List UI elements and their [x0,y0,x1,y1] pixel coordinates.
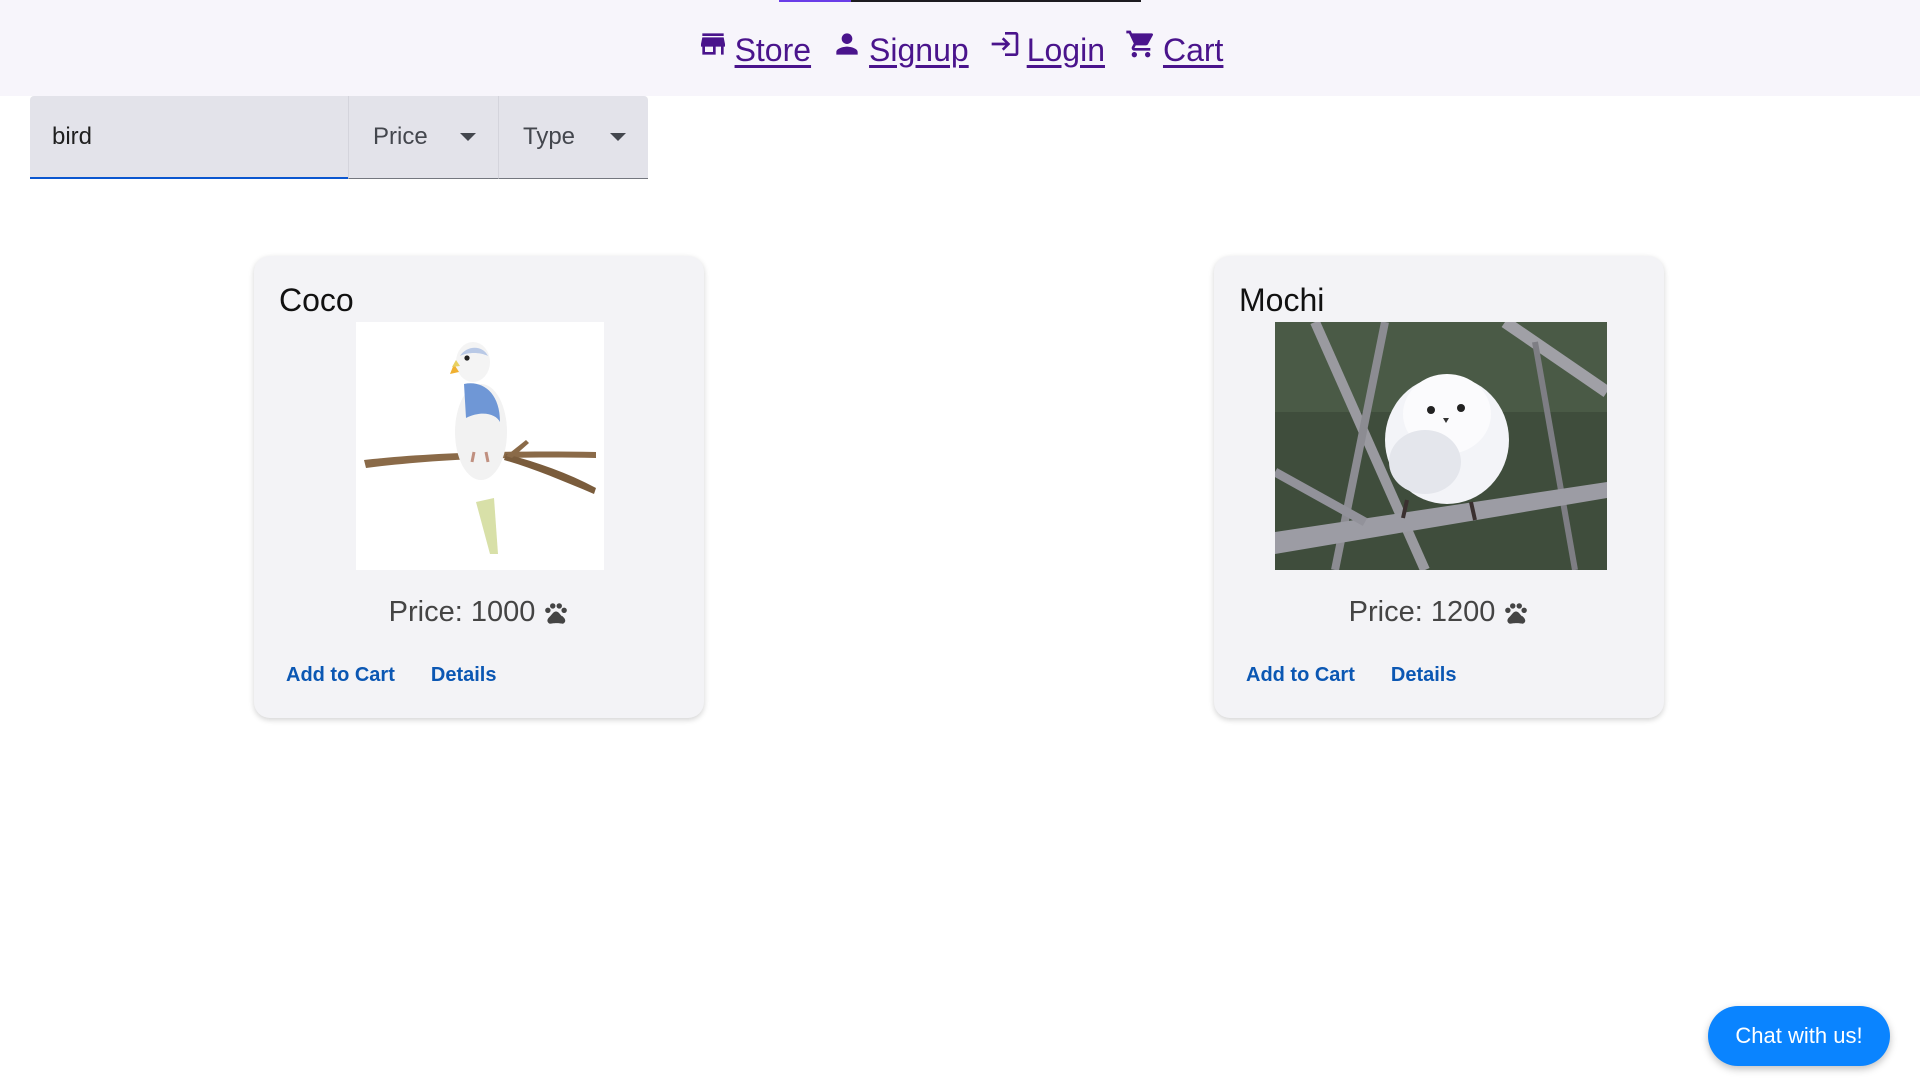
price-select[interactable]: Price [348,96,498,179]
nav-link-label: Signup [869,31,969,68]
blue-budgie-illustration [356,322,604,570]
store-icon [700,33,725,55]
nav-link-cart[interactable]: Cart [1125,30,1224,69]
type-select-label: Type [523,123,576,150]
nav-link-login[interactable]: Login [989,32,1105,69]
chevron-down-icon [460,133,476,141]
product-price-text: Price: 1000 [388,596,536,628]
chevron-down-icon [610,133,626,141]
details-button[interactable]: Details [431,664,497,687]
login-icon [991,32,1019,56]
filter-bar: Price Type [30,96,648,179]
card-actions: Add to Cart Details [286,664,496,687]
nav-link-label: Login [1026,31,1105,68]
chat-button[interactable]: Chat with us! [1708,1006,1890,1066]
paw-icon [545,602,568,624]
nav-link-store[interactable]: Store [697,32,811,69]
search-field[interactable] [30,96,348,179]
cart-icon [1126,30,1153,58]
product-name: Mochi [1239,282,1325,318]
main-nav: Store Signup Login Cart [0,22,1920,78]
nav-link-label: Store [734,31,812,68]
product-image [356,322,604,570]
product-image [1275,322,1607,570]
nav-link-signup[interactable]: Signup [831,32,969,69]
loading-progress-bar [779,0,1141,2]
card-actions: Add to Cart Details [1246,664,1456,687]
nav-link-label: Cart [1162,31,1224,68]
product-name: Coco [279,282,354,318]
loading-progress-fill [779,0,852,2]
product-price-text: Price: 1200 [1348,596,1496,628]
search-input[interactable] [52,120,322,154]
product-price: Price: 1200 [1214,596,1664,629]
product-card: Mochi Price: 1200 Add to Cart Details [1214,256,1664,718]
product-card: Coco Price: 1000 Add to Cart Details [254,256,704,718]
add-to-cart-button[interactable]: Add to Cart [1246,664,1355,687]
top-navigation-bar: Store Signup Login Cart [0,0,1920,96]
type-select[interactable]: Type [498,96,648,179]
details-button[interactable]: Details [1391,664,1457,687]
paw-icon [1505,602,1528,624]
price-select-label: Price [373,123,428,150]
product-price: Price: 1000 [254,596,704,629]
person-icon [836,33,858,55]
white-bird-illustration [1275,322,1607,570]
add-to-cart-button[interactable]: Add to Cart [286,664,395,687]
